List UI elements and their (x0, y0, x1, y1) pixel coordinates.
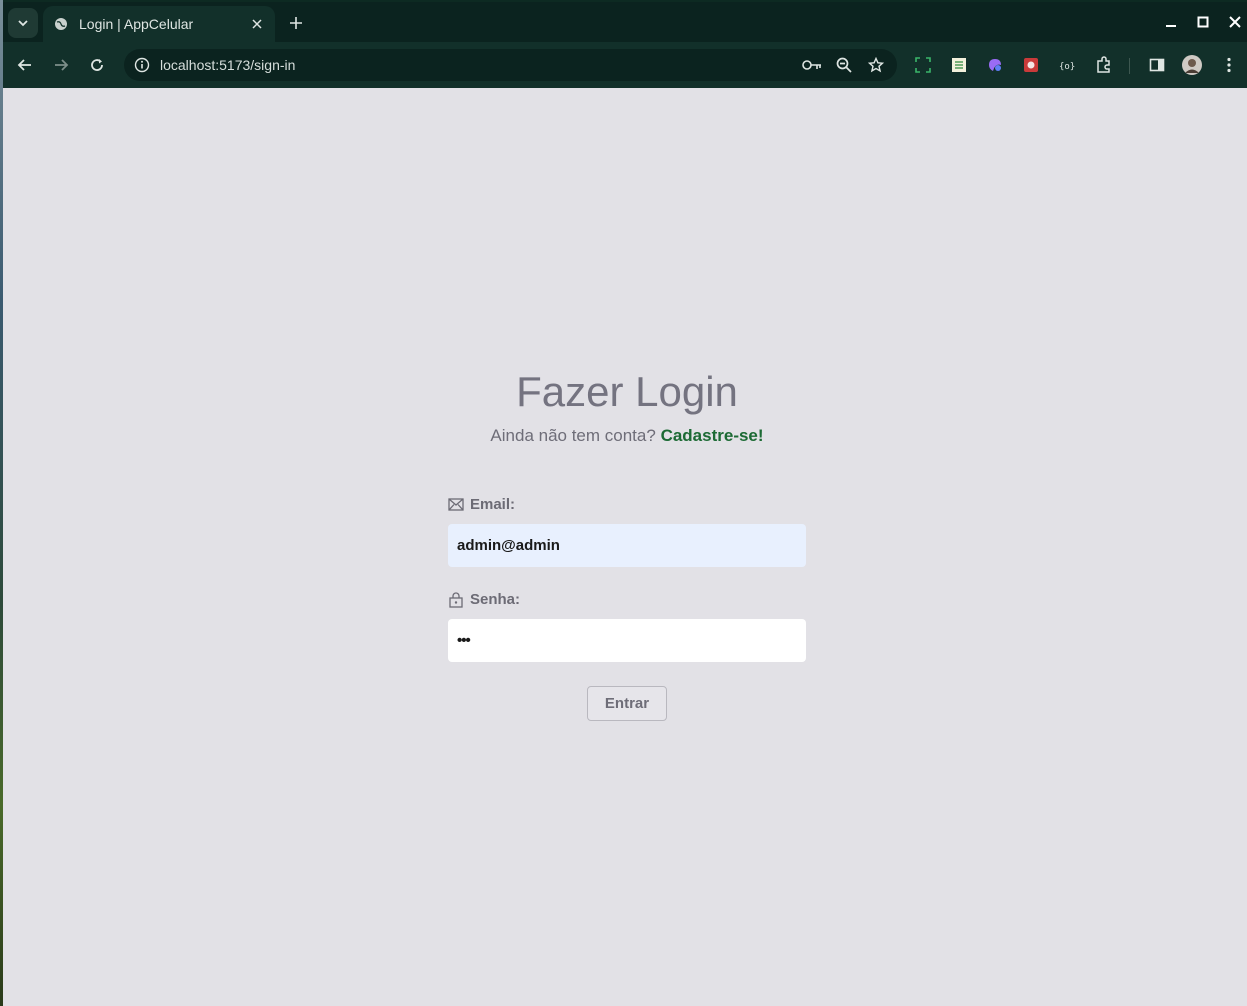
page-title: Fazer Login (516, 368, 738, 415)
red-extension-icon[interactable] (1021, 55, 1041, 75)
sheets-extension-icon[interactable] (949, 55, 969, 75)
minimize-icon (1166, 25, 1176, 27)
password-label-text: Senha: (470, 591, 521, 608)
back-button[interactable] (13, 53, 37, 77)
envelope-icon (448, 497, 464, 513)
arrow-right-icon (55, 59, 69, 71)
close-tab-icon[interactable] (249, 16, 265, 32)
email-label: Email: (448, 496, 806, 513)
extensions-puzzle-icon[interactable] (1094, 55, 1114, 75)
reload-icon (91, 59, 103, 71)
side-panel-icon[interactable] (1147, 55, 1167, 75)
page-content: Fazer Login Ainda não tem conta? Cadastr… (3, 88, 1247, 1006)
address-bar[interactable]: localhost:5173/sign-in (124, 49, 897, 81)
reload-button[interactable] (85, 53, 109, 77)
browser-window: Login | AppCelular localhost:5173/sign-i… (3, 2, 1247, 1006)
maximize-icon (1197, 16, 1209, 28)
tab-strip: Login | AppCelular (3, 2, 1247, 42)
password-field[interactable] (448, 619, 806, 662)
new-tab-button[interactable] (285, 12, 307, 34)
close-window-button[interactable] (1225, 12, 1245, 32)
signup-link[interactable]: Cadastre-se! (661, 426, 764, 445)
key-icon[interactable] (801, 54, 823, 76)
maximize-button[interactable] (1193, 12, 1213, 32)
purple-extension-icon[interactable] (985, 55, 1005, 75)
tab-title: Login | AppCelular (79, 16, 194, 32)
globe-icon (53, 16, 69, 32)
site-info-icon[interactable] (132, 55, 152, 75)
chevron-down-icon (18, 20, 28, 27)
signup-prompt-text: Ainda não tem conta? (490, 426, 656, 445)
star-icon[interactable] (865, 54, 887, 76)
lock-icon (448, 591, 464, 608)
plus-icon (290, 17, 302, 29)
browser-menu-icon[interactable] (1219, 55, 1239, 75)
tab-search-button[interactable] (8, 8, 38, 38)
email-field[interactable] (448, 524, 806, 567)
forward-button[interactable] (49, 53, 73, 77)
submit-button[interactable]: Entrar (587, 686, 667, 721)
profile-avatar[interactable] (1182, 55, 1202, 75)
screenshot-extension-icon[interactable] (913, 55, 933, 75)
svg-text:{o}: {o} (1059, 62, 1075, 71)
code-extension-icon[interactable]: {o} (1057, 55, 1077, 75)
minimize-button[interactable] (1161, 12, 1181, 32)
zoom-icon[interactable] (833, 54, 855, 76)
arrow-left-icon (17, 59, 31, 71)
password-label: Senha: (448, 591, 806, 608)
login-form: Fazer Login Ainda não tem conta? Cadastr… (448, 368, 806, 721)
browser-toolbar: localhost:5173/sign-in {o} (3, 42, 1247, 88)
toolbar-separator (1129, 58, 1130, 74)
signup-prompt: Ainda não tem conta? Cadastre-se! (448, 426, 806, 446)
submit-row: Entrar (448, 686, 806, 721)
email-label-text: Email: (470, 496, 516, 513)
close-icon (1229, 16, 1241, 28)
url-text[interactable]: localhost:5173/sign-in (160, 57, 801, 73)
tab-active[interactable]: Login | AppCelular (43, 6, 275, 42)
